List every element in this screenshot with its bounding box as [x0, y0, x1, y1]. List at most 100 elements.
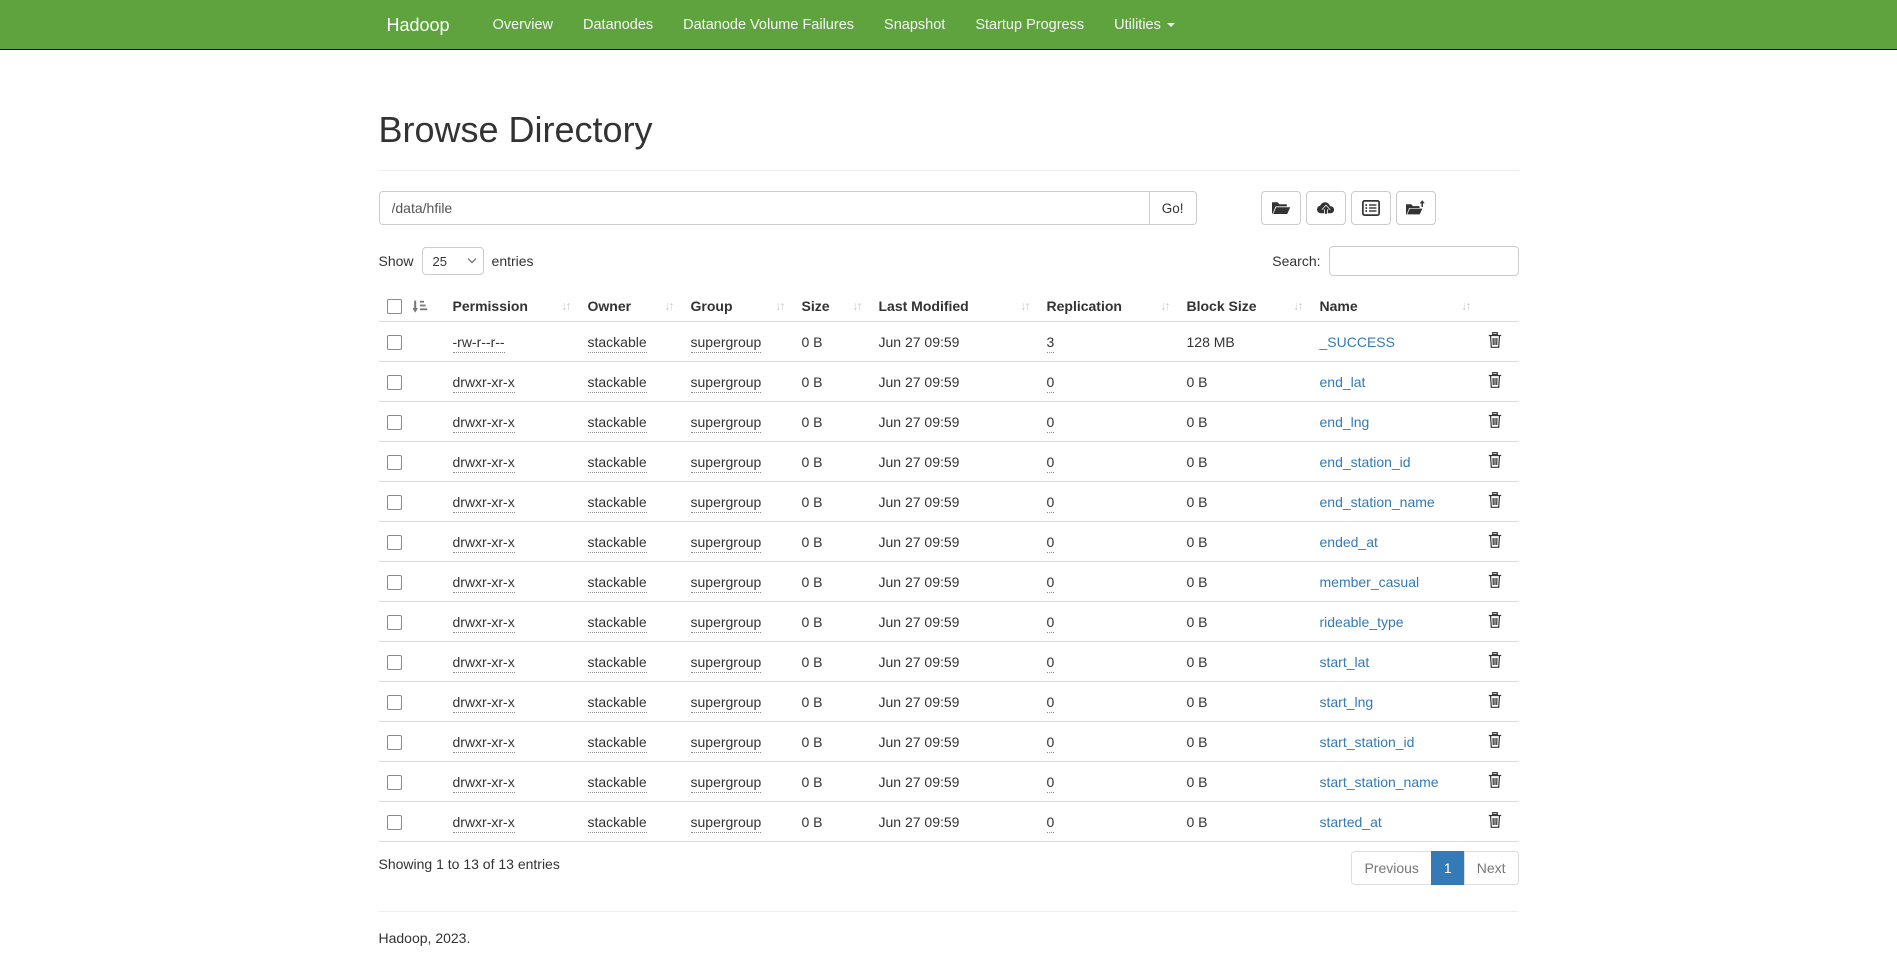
page-title: Browse Directory	[379, 110, 1519, 150]
permission-value: drwxr-xr-x	[453, 374, 515, 393]
column-header-permission[interactable]: Permission ↓↑	[445, 291, 580, 322]
file-name-link[interactable]: ended_at	[1320, 534, 1378, 550]
block-size-value: 0 B	[1179, 722, 1312, 762]
row-checkbox[interactable]	[387, 535, 402, 550]
trash-icon	[1488, 532, 1502, 548]
pagination-next[interactable]: Next	[1465, 851, 1519, 885]
delete-button[interactable]	[1488, 572, 1502, 588]
file-name-link[interactable]: start_station_name	[1320, 774, 1439, 790]
block-size-value: 0 B	[1179, 442, 1312, 482]
delete-button[interactable]	[1488, 372, 1502, 388]
row-checkbox[interactable]	[387, 775, 402, 790]
file-name-link[interactable]: start_lng	[1320, 694, 1374, 710]
replication-value: 0	[1047, 454, 1055, 473]
upload-files-button[interactable]	[1306, 191, 1346, 225]
trash-icon	[1488, 652, 1502, 668]
pagination: Previous 1 Next	[1351, 851, 1518, 885]
brand-hadoop[interactable]: Hadoop	[379, 0, 460, 50]
delete-button[interactable]	[1488, 332, 1502, 348]
delete-button[interactable]	[1488, 732, 1502, 748]
column-header-block-size[interactable]: Block Size ↓↑	[1179, 291, 1312, 322]
file-name-link[interactable]: end_station_name	[1320, 494, 1435, 510]
column-header-last-modified[interactable]: Last Modified ↓↑	[871, 291, 1039, 322]
nav-item-utilities[interactable]: Utilities	[1099, 0, 1190, 50]
row-checkbox[interactable]	[387, 455, 402, 470]
pagination-page-1[interactable]: 1	[1432, 851, 1465, 885]
block-size-value: 0 B	[1179, 362, 1312, 402]
block-size-value: 0 B	[1179, 602, 1312, 642]
column-header-owner[interactable]: Owner ↓↑	[580, 291, 683, 322]
column-header-group[interactable]: Group ↓↑	[683, 291, 794, 322]
file-name-link[interactable]: _SUCCESS	[1320, 334, 1395, 350]
caret-down-icon	[1167, 23, 1175, 27]
table-row: drwxr-xr-x stackable supergroup 0 B Jun …	[379, 442, 1519, 482]
group-value: supergroup	[691, 654, 762, 673]
go-button[interactable]: Go!	[1150, 191, 1197, 225]
file-name-link[interactable]: start_station_id	[1320, 734, 1415, 750]
delete-button[interactable]	[1488, 812, 1502, 828]
row-checkbox[interactable]	[387, 735, 402, 750]
column-header-replication[interactable]: Replication ↓↑	[1039, 291, 1179, 322]
row-checkbox[interactable]	[387, 335, 402, 350]
create-directory-button[interactable]	[1261, 191, 1301, 225]
row-checkbox[interactable]	[387, 615, 402, 630]
table-row: drwxr-xr-x stackable supergroup 0 B Jun …	[379, 642, 1519, 682]
column-header-name[interactable]: Name ↓↑	[1312, 291, 1480, 322]
cut-paste-button[interactable]	[1351, 191, 1391, 225]
delete-button[interactable]	[1488, 652, 1502, 668]
row-checkbox[interactable]	[387, 575, 402, 590]
directory-path-input[interactable]	[379, 191, 1150, 225]
replication-value: 0	[1047, 774, 1055, 793]
nav-item-overview[interactable]: Overview	[478, 0, 568, 50]
nav-item-snapshot[interactable]: Snapshot	[869, 0, 960, 50]
sort-icons-icon: ↓↑	[1020, 299, 1031, 313]
size-value: 0 B	[794, 762, 871, 802]
delete-button[interactable]	[1488, 452, 1502, 468]
move-button[interactable]	[1396, 191, 1436, 225]
row-checkbox[interactable]	[387, 375, 402, 390]
owner-value: stackable	[588, 334, 647, 353]
file-name-link[interactable]: member_casual	[1320, 574, 1420, 590]
delete-button[interactable]	[1488, 412, 1502, 428]
permission-value: drwxr-xr-x	[453, 694, 515, 713]
select-all-header[interactable]	[379, 291, 445, 322]
nav-item-startup-progress[interactable]: Startup Progress	[960, 0, 1099, 50]
table-row: drwxr-xr-x stackable supergroup 0 B Jun …	[379, 402, 1519, 442]
page-size-select[interactable]: 25	[422, 247, 484, 275]
permission-value: drwxr-xr-x	[453, 814, 515, 833]
table-row: drwxr-xr-x stackable supergroup 0 B Jun …	[379, 682, 1519, 722]
file-name-link[interactable]: end_station_id	[1320, 454, 1411, 470]
block-size-value: 0 B	[1179, 802, 1312, 842]
file-name-link[interactable]: rideable_type	[1320, 614, 1404, 630]
delete-button[interactable]	[1488, 532, 1502, 548]
delete-button[interactable]	[1488, 692, 1502, 708]
pagination-previous[interactable]: Previous	[1351, 851, 1431, 885]
table-row: drwxr-xr-x stackable supergroup 0 B Jun …	[379, 602, 1519, 642]
replication-value: 0	[1047, 654, 1055, 673]
row-checkbox[interactable]	[387, 495, 402, 510]
row-checkbox[interactable]	[387, 415, 402, 430]
block-size-value: 128 MB	[1179, 322, 1312, 362]
file-name-link[interactable]: end_lat	[1320, 374, 1366, 390]
table-row: drwxr-xr-x stackable supergroup 0 B Jun …	[379, 722, 1519, 762]
nav-item-datanodes[interactable]: Datanodes	[568, 0, 668, 50]
top-navbar: Hadoop Overview Datanodes Datanode Volum…	[0, 0, 1897, 50]
nav-item-datanode-volume-failures[interactable]: Datanode Volume Failures	[668, 0, 869, 50]
file-name-link[interactable]: end_lng	[1320, 414, 1370, 430]
row-checkbox[interactable]	[387, 655, 402, 670]
sort-icons-icon: ↓↑	[1160, 299, 1171, 313]
trash-icon	[1488, 452, 1502, 468]
select-all-checkbox[interactable]	[387, 299, 402, 314]
permission-value: drwxr-xr-x	[453, 774, 515, 793]
column-header-size[interactable]: Size ↓↑	[794, 291, 871, 322]
file-name-link[interactable]: started_at	[1320, 814, 1382, 830]
delete-button[interactable]	[1488, 772, 1502, 788]
delete-button[interactable]	[1488, 492, 1502, 508]
file-name-link[interactable]: start_lat	[1320, 654, 1370, 670]
search-input[interactable]	[1329, 246, 1519, 276]
delete-button[interactable]	[1488, 612, 1502, 628]
replication-value: 0	[1047, 534, 1055, 553]
owner-value: stackable	[588, 494, 647, 513]
row-checkbox[interactable]	[387, 695, 402, 710]
row-checkbox[interactable]	[387, 815, 402, 830]
